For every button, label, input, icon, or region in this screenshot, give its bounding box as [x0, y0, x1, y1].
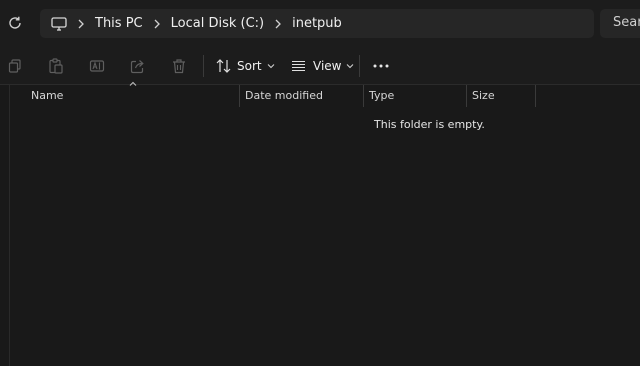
- breadcrumb-local-disk[interactable]: Local Disk (C:): [171, 16, 264, 31]
- address-bar[interactable]: This PC Local Disk (C:) inetpub: [40, 9, 594, 38]
- delete-icon[interactable]: [170, 57, 188, 75]
- paste-icon[interactable]: [47, 57, 65, 75]
- toolbar-divider: [359, 55, 360, 77]
- chevron-down-icon: [346, 63, 354, 69]
- sort-icon: [216, 59, 231, 73]
- column-header-date-modified[interactable]: Date modified: [240, 85, 364, 107]
- computer-icon[interactable]: [51, 16, 67, 31]
- column-header-date-modified-label: Date modified: [245, 89, 323, 102]
- pane-divider: [9, 85, 10, 366]
- breadcrumb-inetpub[interactable]: inetpub: [292, 16, 342, 31]
- share-icon[interactable]: [129, 57, 147, 75]
- empty-folder-message: This folder is empty.: [374, 118, 485, 131]
- column-header-size[interactable]: Size: [467, 85, 536, 107]
- column-header-type-label: Type: [369, 89, 395, 102]
- view-button[interactable]: View: [291, 56, 354, 76]
- chevron-right-icon[interactable]: [264, 19, 292, 29]
- refresh-icon[interactable]: [5, 13, 25, 33]
- view-label: View: [313, 59, 342, 73]
- rename-icon[interactable]: [88, 57, 106, 75]
- search-input[interactable]: Search: [600, 9, 640, 38]
- column-header-type[interactable]: Type: [364, 85, 467, 107]
- chevron-right-icon[interactable]: [143, 19, 171, 29]
- address-bar-area: This PC Local Disk (C:) inetpub Search: [0, 0, 640, 47]
- column-header-name-label: Name: [31, 89, 64, 102]
- breadcrumb-this-pc[interactable]: This PC: [95, 16, 143, 31]
- chevron-down-icon: [267, 63, 275, 69]
- column-header-name[interactable]: Name: [26, 85, 240, 107]
- copy-icon[interactable]: [6, 57, 24, 75]
- command-bar: Sort View: [0, 47, 640, 85]
- column-header-row: Name Date modified Type Size: [0, 81, 640, 107]
- sort-button[interactable]: Sort: [216, 56, 275, 76]
- chevron-right-icon[interactable]: [67, 19, 95, 29]
- sort-label: Sort: [237, 59, 262, 73]
- column-header-size-label: Size: [472, 89, 495, 102]
- more-icon[interactable]: [372, 57, 390, 75]
- toolbar-divider: [203, 55, 204, 77]
- view-icon: [291, 60, 306, 72]
